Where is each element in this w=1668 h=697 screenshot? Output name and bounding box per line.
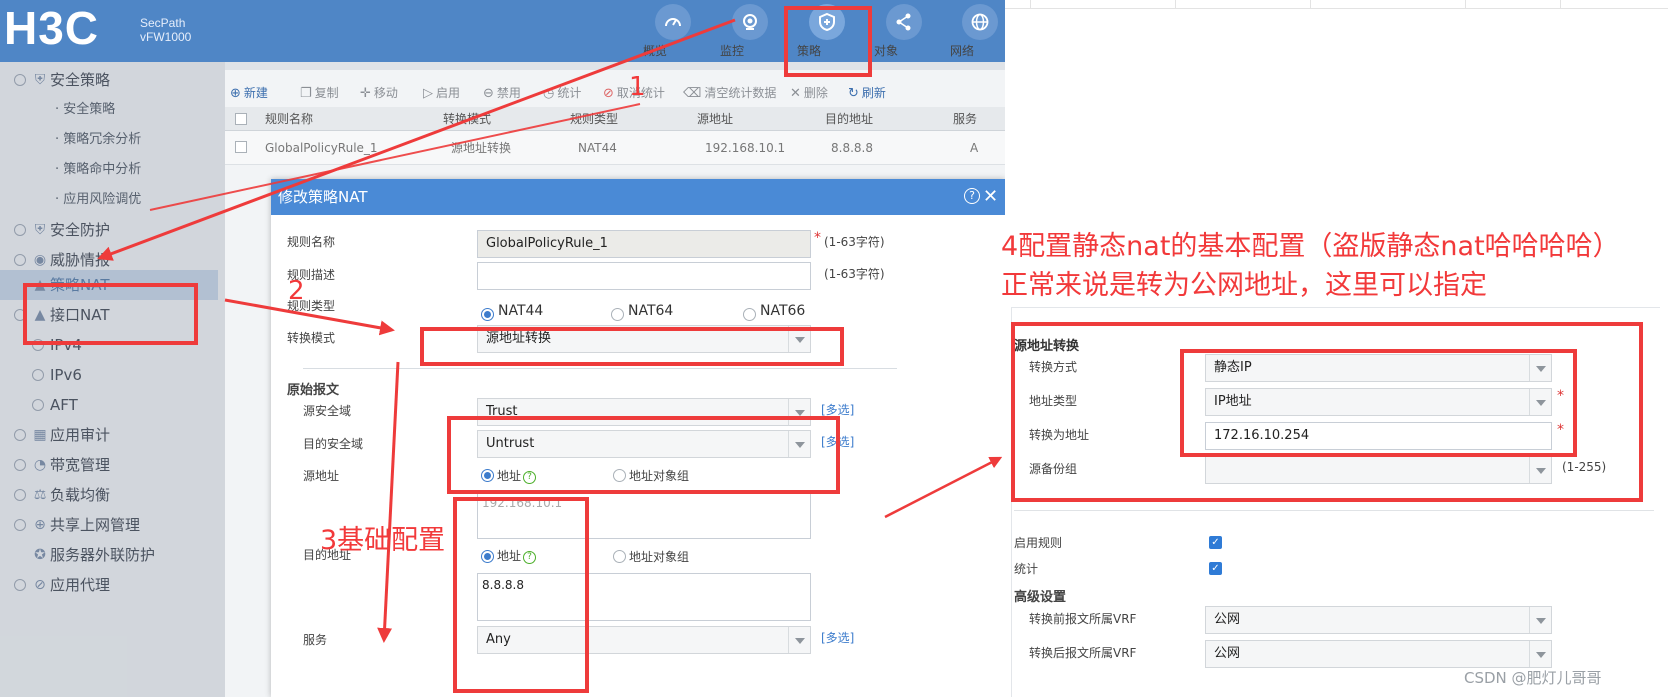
- annotation-arrows: [97, 18, 1003, 643]
